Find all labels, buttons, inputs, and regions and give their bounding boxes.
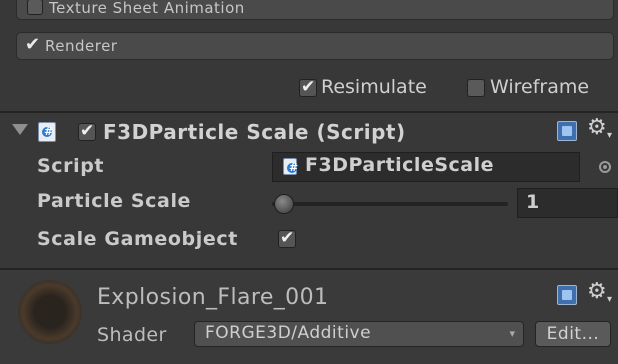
object-picker-icon[interactable] — [599, 161, 611, 173]
csharp-script-icon — [38, 122, 56, 142]
section-divider — [0, 111, 618, 113]
material-help-icon[interactable] — [557, 285, 577, 305]
foldout-arrow-icon[interactable] — [12, 124, 28, 135]
material-gear-caret-icon: ▾ — [607, 294, 613, 305]
module-texture-sheet-animation-label: Texture Sheet Animation — [49, 0, 245, 17]
help-book-icon[interactable] — [557, 121, 577, 141]
script-value: F3DParticleScale — [305, 154, 495, 176]
wireframe-label: Wireframe — [490, 76, 590, 98]
scale-gameobject-checkbox[interactable] — [278, 228, 296, 248]
gear-caret-icon: ▾ — [607, 130, 613, 141]
particle-scale-input[interactable]: 1 — [517, 188, 618, 218]
particle-scale-slider[interactable] — [272, 202, 508, 206]
component-title: F3DParticle Scale (Script) — [103, 120, 406, 144]
module-texture-sheet-animation[interactable]: Texture Sheet Animation — [16, 0, 614, 20]
shader-label: Shader — [97, 324, 167, 346]
script-field[interactable]: F3DParticleScale — [272, 152, 580, 182]
shader-dropdown-value: FORGE3D/Additive — [205, 323, 372, 343]
gear-icon[interactable]: ⚙ — [587, 117, 607, 139]
script-field-icon — [283, 158, 298, 175]
module-renderer[interactable]: ✔ Renderer — [16, 32, 614, 60]
module-texture-sheet-animation-checkbox[interactable] — [27, 0, 43, 15]
script-label: Script — [37, 155, 105, 177]
scale-gameobject-label: Scale Gameobject — [37, 228, 238, 250]
particle-scale-value: 1 — [526, 191, 540, 213]
component-enabled-checkbox[interactable] — [78, 121, 96, 141]
resimulate-label: Resimulate — [321, 76, 427, 98]
shader-edit-button[interactable]: Edit... — [535, 321, 611, 347]
module-renderer-check-icon[interactable]: ✔ — [25, 34, 40, 55]
resimulate-checkbox[interactable] — [299, 77, 317, 97]
wireframe-checkbox[interactable] — [467, 79, 485, 97]
particle-scale-label: Particle Scale — [37, 190, 192, 212]
material-name: Explosion_Flare_001 — [97, 285, 329, 310]
chevron-down-icon: ▾ — [509, 327, 515, 340]
material-gear-icon[interactable]: ⚙ — [587, 281, 607, 303]
particle-scale-slider-thumb[interactable] — [273, 194, 294, 214]
module-renderer-label: Renderer — [45, 37, 118, 55]
shader-dropdown[interactable]: FORGE3D/Additive ▾ — [194, 321, 524, 347]
material-preview-thumbnail[interactable] — [18, 280, 82, 344]
